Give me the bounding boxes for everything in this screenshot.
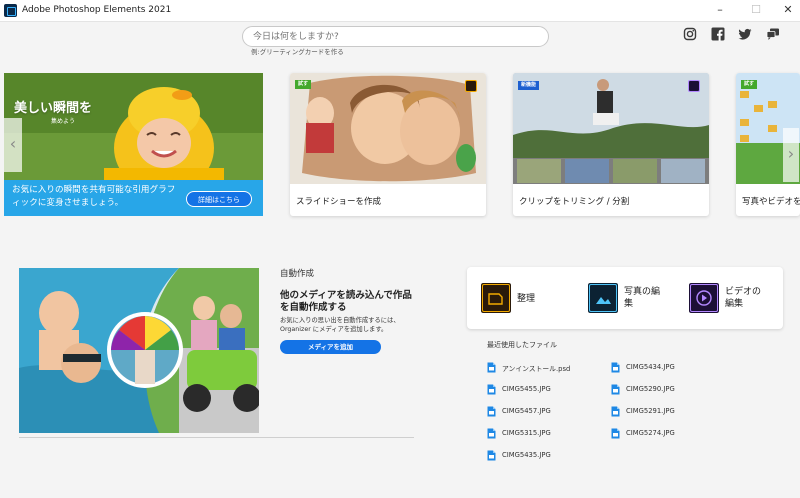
- section-divider: [19, 437, 414, 438]
- trim-clip-thumbnail: [513, 73, 709, 184]
- recent-file-name: CIMG5315.JPG: [502, 429, 551, 437]
- recent-file-name: CIMG5434.JPG: [626, 363, 675, 371]
- photo-editor-icon: [588, 283, 618, 313]
- carousel-next-button[interactable]: ›: [783, 128, 799, 182]
- auto-creation-photo: [19, 268, 259, 433]
- image-file-icon: [487, 406, 496, 417]
- chat-icon[interactable]: [766, 27, 780, 41]
- image-file-icon: [487, 450, 496, 461]
- recent-file-item[interactable]: CIMG5435.JPG: [487, 450, 597, 462]
- card-label: 写真やビデオを: [742, 197, 800, 207]
- launch-panel: 整理 写真の編 集 ビデオの 編集: [467, 267, 783, 329]
- hero-subtitle: 集めよう: [51, 118, 76, 125]
- recent-file-item[interactable]: CIMG5274.JPG: [611, 428, 721, 440]
- search-hint: 例:グリーティングカードを作る: [251, 48, 344, 56]
- organizer-launch-button[interactable]: 整理: [481, 283, 581, 315]
- twitter-icon[interactable]: [738, 27, 752, 41]
- photo-editor-launch-button[interactable]: 写真の編 集: [588, 283, 678, 315]
- photoshop-elements-app-icon: [4, 4, 17, 17]
- recent-file-item[interactable]: CIMG5290.JPG: [611, 384, 721, 396]
- recent-file-name: CIMG5455.JPG: [502, 385, 551, 393]
- premiere-elements-icon: [689, 283, 719, 313]
- card-badge: 試す: [741, 80, 758, 89]
- recent-file-name: CIMG5435.JPG: [502, 451, 551, 459]
- image-file-icon: [487, 428, 496, 439]
- card-badge: 新機能: [518, 81, 540, 90]
- image-file-icon: [611, 406, 620, 417]
- carousel-prev-button[interactable]: ‹: [4, 118, 22, 172]
- hero-banner[interactable]: 美しい瞬間を 集めよう お気に入りの瞬間を共有可能な引用グラフィックに変身させま…: [4, 73, 263, 216]
- auto-creation-heading: 自動作成: [280, 269, 315, 279]
- recent-file-item[interactable]: CIMG5434.JPG: [611, 362, 721, 374]
- card-badge: 試す: [295, 80, 312, 89]
- card-trim-clip[interactable]: 新機能 クリップをトリミング / 分割: [513, 73, 709, 216]
- recent-file-item[interactable]: CIMG5315.JPG: [487, 428, 597, 440]
- recent-file-name: CIMG5291.JPG: [626, 407, 675, 415]
- add-media-button[interactable]: メディアを追加: [280, 340, 381, 354]
- image-file-icon: [487, 384, 496, 395]
- auto-creation-title: 他のメディアを読み込んで作品を自動作成する: [280, 290, 412, 313]
- window-title: Adobe Photoshop Elements 2021: [22, 5, 172, 15]
- title-bar: Adobe Photoshop Elements 2021 – ☐ ✕: [0, 0, 800, 22]
- recent-file-item[interactable]: CIMG5455.JPG: [487, 384, 597, 396]
- image-file-icon: [611, 384, 620, 395]
- slideshow-thumbnail: [290, 73, 486, 184]
- recent-file-name: アンインストール.psd: [502, 365, 571, 373]
- recent-file-item[interactable]: CIMG5457.JPG: [487, 406, 597, 418]
- recent-files-heading: 最近使用したファイル: [487, 341, 557, 349]
- card-label: スライドショーを作成: [296, 197, 382, 207]
- hero-title: 美しい瞬間を: [14, 101, 93, 116]
- recent-file-name: CIMG5274.JPG: [626, 429, 675, 437]
- recent-file-item[interactable]: アンインストール.psd: [487, 362, 597, 374]
- image-file-icon: [611, 362, 620, 373]
- recent-file-name: CIMG5290.JPG: [626, 385, 675, 393]
- card-label: クリップをトリミング / 分割: [519, 197, 630, 207]
- close-button[interactable]: ✕: [774, 0, 800, 22]
- facebook-icon[interactable]: [711, 27, 725, 41]
- image-file-icon: [487, 362, 496, 373]
- premiere-elements-icon: [688, 80, 700, 92]
- image-file-icon: [611, 428, 620, 439]
- instagram-icon[interactable]: [683, 27, 697, 41]
- video-editor-launch-button[interactable]: ビデオの 編集: [689, 283, 779, 315]
- photo-editor-label: 写真の編 集: [624, 287, 661, 309]
- recent-file-name: CIMG5457.JPG: [502, 407, 551, 415]
- video-editor-label: ビデオの 編集: [725, 287, 762, 309]
- search-input[interactable]: [242, 26, 549, 47]
- maximize-button[interactable]: ☐: [742, 0, 770, 22]
- minimize-button[interactable]: –: [706, 0, 734, 22]
- organizer-icon: [465, 80, 477, 92]
- recent-file-item[interactable]: CIMG5291.JPG: [611, 406, 721, 418]
- card-slideshow[interactable]: 試す スライドショーを作成: [290, 73, 486, 216]
- organizer-icon: [481, 283, 511, 313]
- hero-caption: お気に入りの瞬間を共有可能な引用グラフィックに変身させましょう。: [12, 185, 176, 208]
- auto-creation-description: お気に入りの思い出を自動作成するには、Organizer にメディアを追加します…: [280, 317, 400, 333]
- learn-more-button[interactable]: 詳細はこちら: [186, 191, 252, 207]
- organizer-label: 整理: [517, 294, 536, 304]
